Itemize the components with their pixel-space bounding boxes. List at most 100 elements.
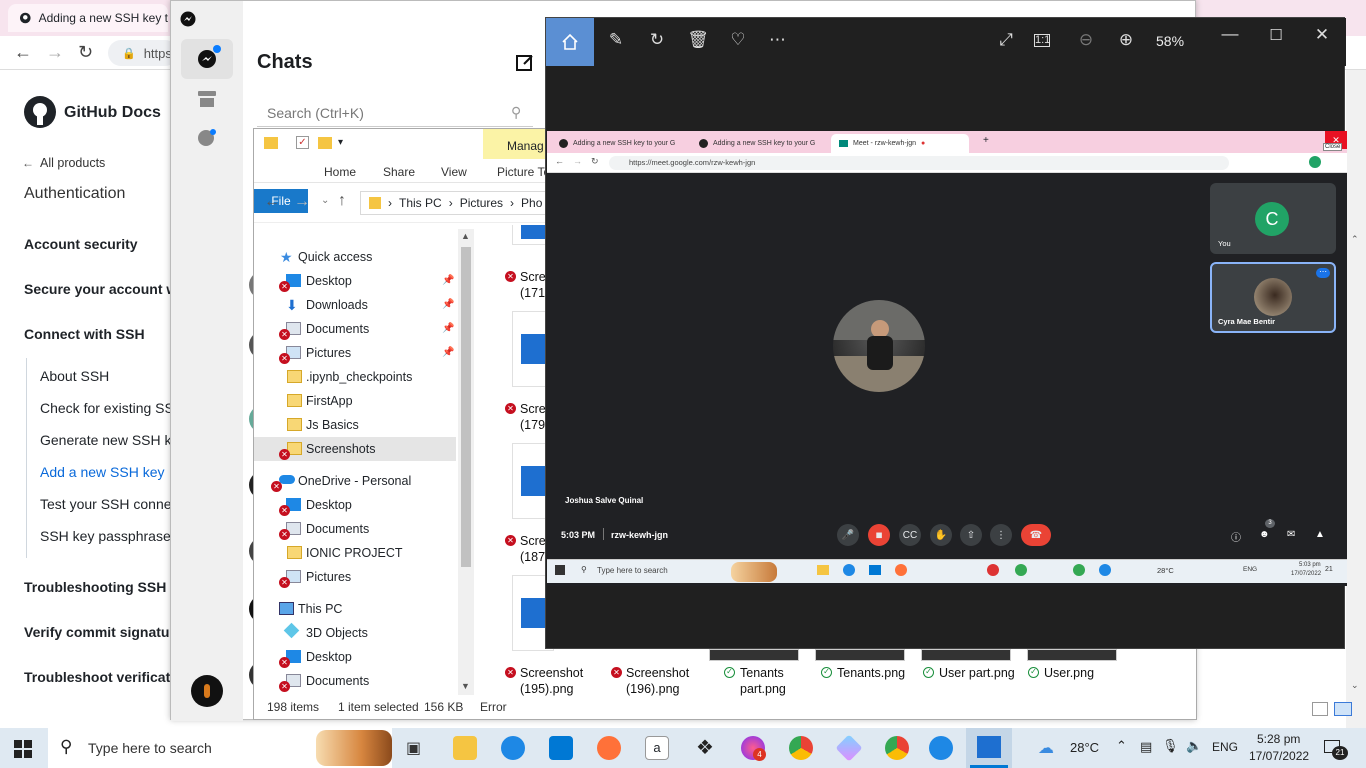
info-icon[interactable]: ⓘ	[1231, 529, 1241, 544]
mini-tab[interactable]: Adding a new SSH key to your G	[691, 134, 829, 153]
forward-arrow-icon[interactable]: →	[573, 156, 582, 166]
path-this-pc[interactable]: This PC	[399, 196, 442, 210]
weather-icon[interactable]: ☁	[1038, 738, 1054, 758]
file-name[interactable]: Screenshot	[520, 665, 583, 681]
reload-icon[interactable]: ↻	[591, 156, 599, 167]
taskbar-search-box[interactable]: ⚲ Type here to search	[48, 728, 392, 768]
nav-verify-commit[interactable]: Verify commit signatur	[24, 624, 175, 640]
subnav-test-connection[interactable]: Test your SSH connec	[40, 496, 179, 512]
more-button[interactable]: ⋮	[990, 524, 1012, 546]
file-explorer-icon[interactable]	[453, 736, 477, 760]
reload-icon[interactable]: ↻	[78, 42, 93, 63]
weather-temp[interactable]: 28°C	[1070, 740, 1099, 755]
subnav-passphrases[interactable]: SSH key passphrases	[40, 528, 178, 544]
mail-icon[interactable]	[549, 736, 573, 760]
tab-picture-tools[interactable]: Picture To	[497, 165, 550, 179]
scroll-down-icon[interactable]: ⌄	[1351, 680, 1359, 691]
tree-documents[interactable]: ✕ Documents 📌	[254, 317, 454, 341]
nav-secure-account[interactable]: Secure your account wi	[24, 281, 181, 297]
back-arrow-icon[interactable]: ←	[555, 156, 564, 166]
amazon-icon[interactable]: a	[645, 736, 669, 760]
tree-3d-objects[interactable]: 3D Objects	[254, 621, 454, 645]
chat-search-input[interactable]: Search (Ctrl+K) ⚲	[257, 99, 533, 127]
file-name[interactable]: User.png	[1044, 665, 1094, 681]
network-icon[interactable]: ▤	[1140, 739, 1152, 755]
file-name[interactable]: User part.png	[939, 665, 1015, 681]
nav-chats-button[interactable]	[181, 39, 233, 79]
subnav-generate-key[interactable]: Generate new SSH ke	[40, 432, 179, 448]
favorite-heart-icon[interactable]: ♡	[726, 30, 750, 50]
profile-avatar[interactable]	[191, 675, 223, 707]
language-indicator[interactable]: ENG	[1212, 740, 1238, 754]
pin-icon[interactable]: 📌	[442, 347, 454, 358]
task-view-icon[interactable]: ▣	[406, 738, 421, 758]
leave-call-button[interactable]: ☎	[1021, 524, 1051, 546]
delete-icon[interactable]: 🗑	[686, 30, 710, 50]
mini-tab[interactable]: Adding a new SSH key to your G	[551, 134, 689, 153]
captions-button[interactable]: CC	[899, 524, 921, 546]
windows-start-icon[interactable]	[14, 740, 32, 758]
file-name[interactable]: Tenants.png	[837, 665, 905, 681]
dropbox-icon[interactable]: ❖	[693, 736, 717, 760]
browser-tab-github[interactable]: Adding a new SSH key t	[8, 4, 168, 32]
file-name[interactable]: Screenshot	[626, 665, 689, 681]
scroll-up-icon[interactable]: ⌃	[1351, 234, 1359, 245]
chrome-icon[interactable]	[885, 736, 909, 760]
tree-od-desktop[interactable]: ✕ Desktop	[254, 493, 454, 517]
subnav-check-existing[interactable]: Check for existing SS	[40, 400, 174, 416]
zoom-out-icon[interactable]: ⊖	[1074, 30, 1098, 50]
edit-image-icon[interactable]: ✎	[604, 30, 628, 50]
nav-troubleshoot-verification[interactable]: Troubleshoot verificatio	[24, 669, 183, 685]
tab-home[interactable]: Home	[324, 165, 356, 179]
new-folder-icon[interactable]	[318, 137, 332, 149]
all-products-link[interactable]: All products	[40, 156, 105, 170]
section-title[interactable]: Authentication	[24, 185, 125, 203]
scroll-thumb[interactable]	[461, 247, 471, 567]
self-tile[interactable]: C You	[1210, 183, 1336, 254]
nav-troubleshooting-ssh[interactable]: Troubleshooting SSH	[24, 579, 166, 595]
pin-icon[interactable]: 📌	[442, 323, 454, 334]
tab-share[interactable]: Share	[383, 165, 415, 179]
tree-js-basics[interactable]: Js Basics	[254, 413, 454, 437]
mini-tab-active[interactable]: Meet - rzw-kewh-jgn ●	[831, 134, 969, 153]
file-name[interactable]: Tenants	[740, 665, 784, 681]
tree-firstapp[interactable]: FirstApp	[254, 389, 454, 413]
large-icons-view-icon[interactable]	[1334, 702, 1352, 716]
profile-avatar[interactable]	[1309, 156, 1321, 168]
new-tab-icon[interactable]: +	[983, 135, 989, 146]
present-button[interactable]: ⇧	[960, 524, 982, 546]
pin-icon[interactable]: 📌	[442, 299, 454, 310]
folder-icon[interactable]	[264, 137, 278, 149]
zoom-in-icon[interactable]: ⊕	[1114, 30, 1138, 50]
clock-date[interactable]: 17/07/2022	[1249, 749, 1309, 763]
subnav-add-key-active[interactable]: Add a new SSH key	[40, 464, 165, 480]
more-options-icon[interactable]: ⋯	[1316, 268, 1330, 278]
raise-hand-button[interactable]: ✋	[930, 524, 952, 546]
forward-arrow-icon[interactable]: →	[46, 42, 64, 63]
clock-time[interactable]: 5:28 pm	[1257, 732, 1300, 746]
address-bar[interactable]: 🔒 https	[108, 40, 178, 66]
tree-pc-documents[interactable]: ✕ Documents	[254, 669, 454, 693]
tree-downloads[interactable]: ⬇ Downloads 📌	[254, 293, 454, 317]
edge-icon[interactable]	[501, 736, 525, 760]
camera-off-button[interactable]: ◾	[868, 524, 890, 546]
chat-icon[interactable]: ✉	[1287, 529, 1295, 540]
details-view-icon[interactable]	[1312, 702, 1328, 716]
forward-arrow-icon[interactable]: →	[294, 193, 310, 211]
actual-size-icon[interactable]: 1:1	[1034, 34, 1050, 47]
explorer-content-scrollbar[interactable]: ⌃ ⌄	[1346, 234, 1366, 691]
participant-tile[interactable]: ⋯ Cyra Mae Bentir	[1210, 262, 1336, 333]
people-icon[interactable]: ☻	[1259, 529, 1270, 540]
scroll-down-icon[interactable]: ▼	[461, 681, 470, 691]
tree-pictures[interactable]: ✕ Pictures 📌	[254, 341, 454, 365]
compose-icon[interactable]	[515, 53, 535, 73]
home-button[interactable]	[546, 18, 594, 66]
tree-quick-access[interactable]: ★ Quick access	[254, 245, 454, 269]
path-pictures[interactable]: Pictures	[460, 196, 503, 210]
photos-taskbar-button-active[interactable]	[966, 728, 1012, 768]
firefox-icon[interactable]	[597, 736, 621, 760]
maximize-icon[interactable]: ☐	[1264, 26, 1288, 44]
path-photos[interactable]: Pho	[521, 196, 542, 210]
nav-account-security[interactable]: Account security	[24, 236, 138, 252]
tree-scrollbar[interactable]: ▲ ▼	[458, 229, 474, 695]
